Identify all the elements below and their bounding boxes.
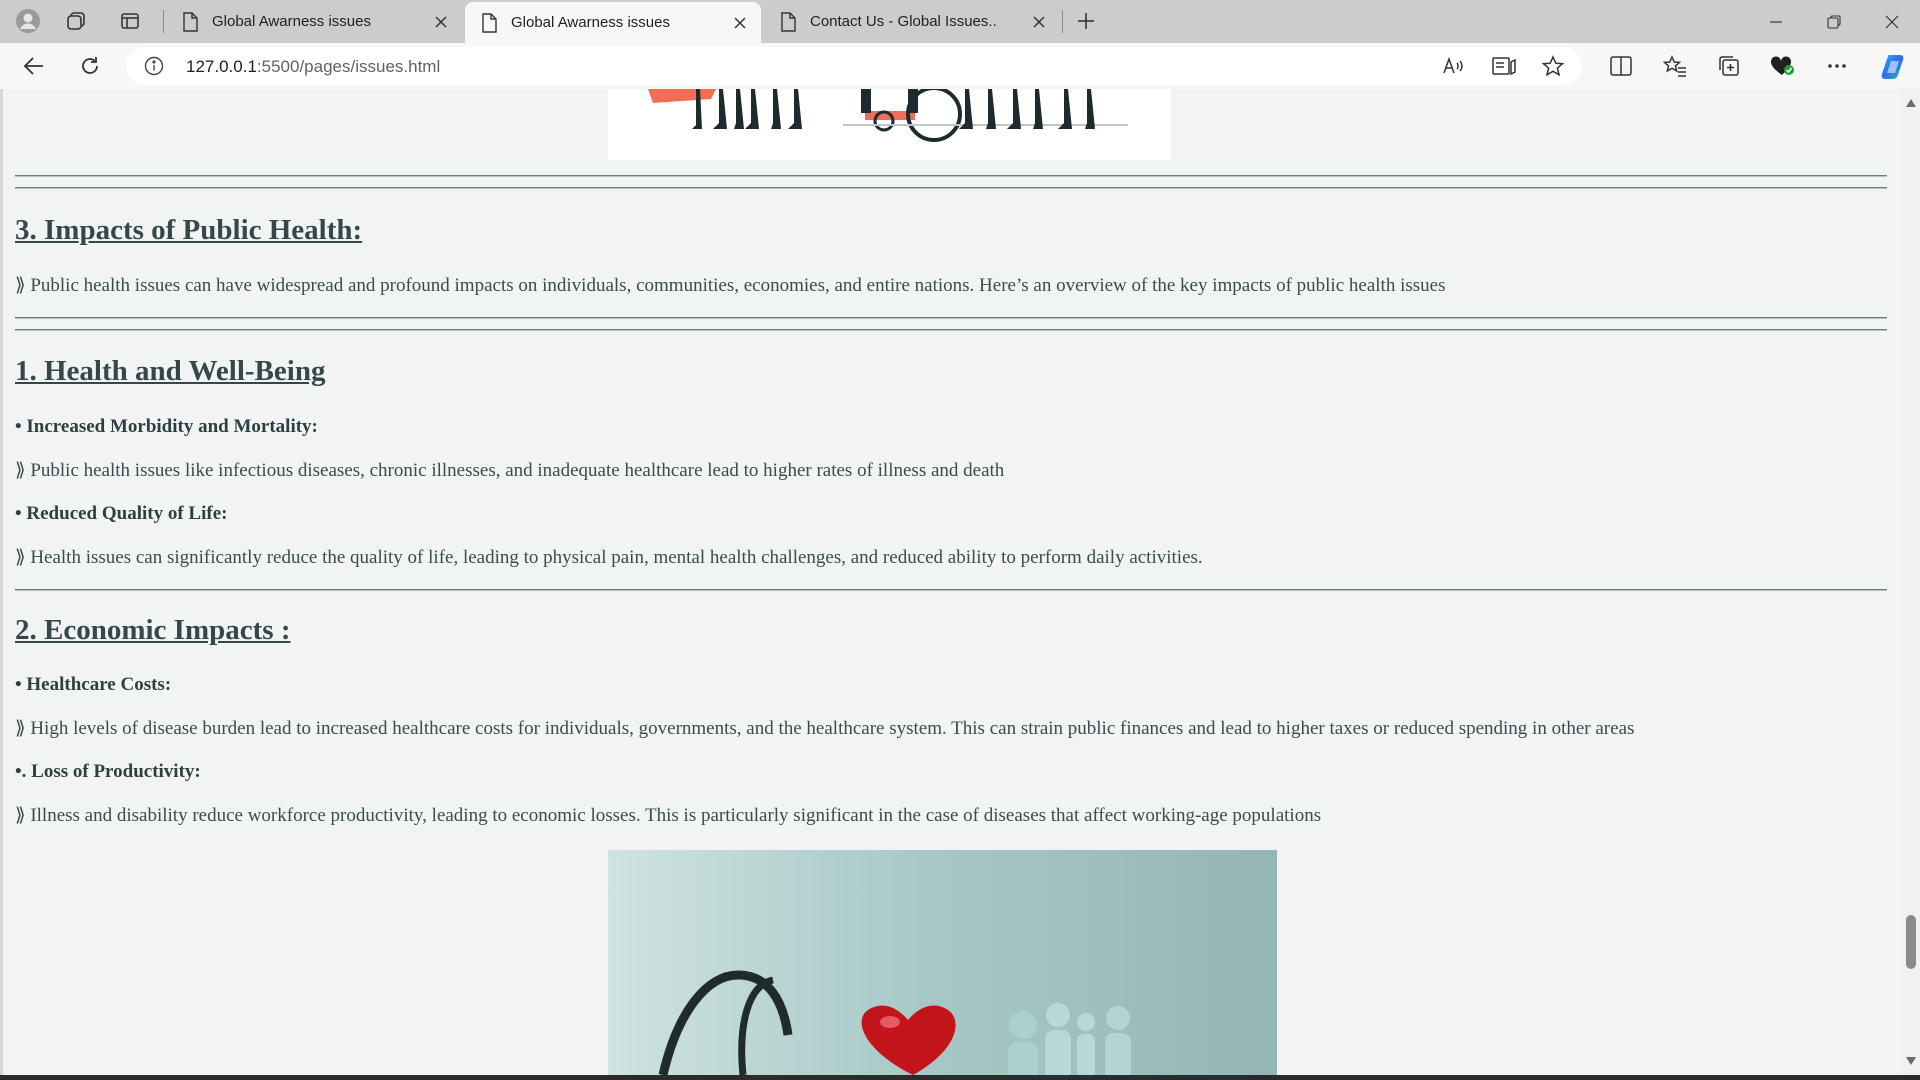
minimize-button[interactable] [1748, 0, 1804, 43]
tab-title: Global Awarness issues [212, 13, 371, 30]
item-text: ⟫ High levels of disease burden lead to … [15, 718, 1635, 739]
window-bottom-edge [0, 1075, 1920, 1080]
url-text[interactable]: 127.0.0.1:5500/pages/issues.html [186, 57, 440, 77]
close-window-button[interactable] [1864, 0, 1920, 43]
tab-global-awareness-2[interactable]: Global Awarness issues [465, 2, 761, 43]
item-heading: • Reduced Quality of Life: [15, 503, 228, 524]
page-icon [778, 11, 798, 32]
tab-separator [163, 10, 164, 33]
read-aloud-icon[interactable] [1441, 54, 1465, 78]
divider [15, 329, 1887, 331]
url-host: 127.0.0.1 [186, 57, 257, 76]
workspaces-icon[interactable] [60, 6, 92, 36]
split-screen-icon[interactable] [1606, 51, 1636, 81]
tab-actions-icon[interactable] [114, 6, 146, 36]
tab-title: Contact Us - Global Issues.. [810, 13, 997, 30]
tab-separator [1062, 10, 1063, 33]
copilot-icon[interactable] [1876, 49, 1912, 85]
item-text: ⟫ Public health issues like infectious d… [15, 460, 1005, 481]
item-heading: • Increased Morbidity and Mortality: [15, 416, 318, 437]
address-bar[interactable]: 127.0.0.1:5500/pages/issues.html [126, 47, 1582, 85]
profile-icon[interactable] [12, 6, 44, 36]
section-title-public-health-impacts: 3. Impacts of Public Health: [15, 214, 363, 246]
divider [15, 317, 1887, 319]
section-title-health-well-being: 1. Health and Well-Being [15, 355, 326, 387]
more-options-icon[interactable] [1822, 51, 1852, 81]
collections-icon[interactable] [1714, 51, 1744, 81]
close-tab-icon[interactable] [426, 7, 456, 37]
item-text: ⟫ Health issues can significantly reduce… [15, 547, 1203, 568]
section-title-economic-impacts: 2. Economic Impacts : [15, 614, 291, 646]
url-path: :5500/pages/issues.html [256, 57, 441, 76]
browser-essentials-icon[interactable] [1768, 51, 1798, 81]
page-viewport: 3. Impacts of Public Health: ⟫ Public he… [0, 89, 1902, 1075]
section-intro-text: ⟫ Public health issues can have widespre… [15, 275, 1446, 296]
scrollbar-thumb[interactable] [1906, 915, 1916, 969]
divider [15, 175, 1887, 177]
healthcare-heart-stethoscope-image [608, 850, 1277, 1075]
favorite-star-icon[interactable] [1541, 54, 1565, 78]
favorites-icon[interactable] [1660, 51, 1690, 81]
tab-strip: Global Awarness issues Global Awarness i… [0, 0, 1920, 43]
vertical-scrollbar[interactable] [1902, 89, 1920, 1075]
tab-global-awareness-1[interactable]: Global Awarness issues [166, 0, 462, 43]
scroll-up-arrow-icon[interactable] [1905, 97, 1917, 109]
browser-toolbar: 127.0.0.1:5500/pages/issues.html [0, 43, 1920, 89]
page-icon [180, 11, 200, 32]
refresh-button[interactable] [72, 48, 108, 84]
immersive-reader-icon[interactable] [1492, 54, 1516, 78]
divider [15, 589, 1887, 591]
back-button[interactable] [16, 48, 52, 84]
accessibility-illustration [608, 89, 1171, 160]
divider [15, 187, 1887, 189]
close-tab-icon[interactable] [725, 8, 755, 38]
item-text: ⟫ Illness and disability reduce workforc… [15, 805, 1322, 826]
tab-contact-us[interactable]: Contact Us - Global Issues.. [764, 0, 1060, 43]
page-icon [479, 12, 499, 33]
item-heading: •. Loss of Productivity: [15, 761, 201, 782]
scroll-down-arrow-icon[interactable] [1905, 1055, 1917, 1067]
site-info-icon[interactable] [144, 56, 164, 76]
item-heading: • Healthcare Costs: [15, 674, 172, 695]
tab-title: Global Awarness issues [511, 14, 670, 31]
close-tab-icon[interactable] [1024, 7, 1054, 37]
restore-button[interactable] [1806, 0, 1862, 43]
new-tab-button[interactable] [1070, 6, 1102, 36]
